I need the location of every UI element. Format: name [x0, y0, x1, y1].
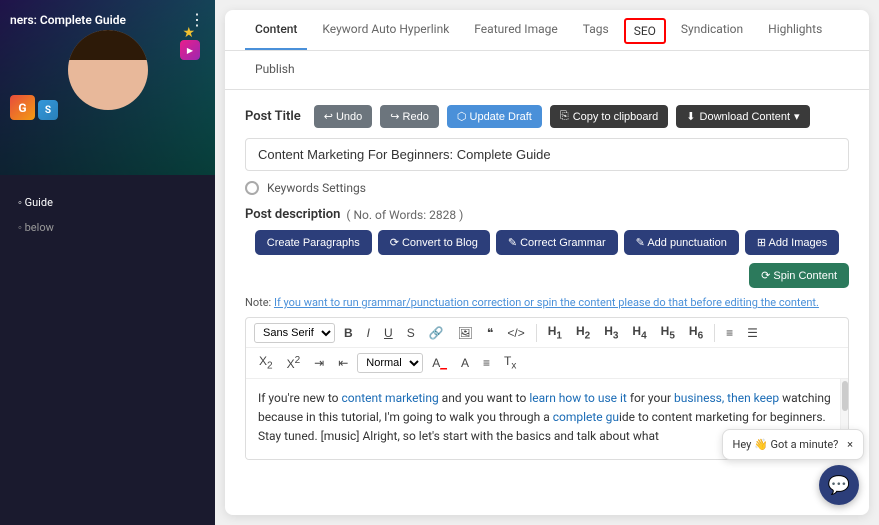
- keywords-settings-row: Keywords Settings: [245, 181, 849, 195]
- tab-tags[interactable]: Tags: [573, 10, 619, 50]
- sidebar-item-below[interactable]: ◦ below: [10, 215, 205, 240]
- chat-tooltip: Hey 👋 Got a minute? ×: [722, 429, 864, 460]
- chat-icon: 💬: [828, 475, 850, 496]
- sidebar-item-guide[interactable]: ◦ Guide: [10, 190, 205, 215]
- h5-button[interactable]: H5: [656, 322, 680, 343]
- post-title-label: Post Title: [245, 109, 301, 124]
- download-content-label: Download Content: [700, 111, 791, 123]
- unordered-list-button[interactable]: ☰: [742, 324, 763, 342]
- create-paragraphs-button[interactable]: Create Paragraphs: [255, 230, 372, 255]
- h2-button[interactable]: H2: [571, 322, 595, 343]
- actions-row: Create Paragraphs ⟳ Convert to Blog ✎ Co…: [245, 230, 849, 255]
- font-color-button[interactable]: A_: [427, 354, 452, 372]
- copy-clipboard-label: Copy to clipboard: [573, 111, 659, 123]
- highlight-button[interactable]: A: [456, 354, 474, 372]
- add-punctuation-button[interactable]: ✎ Add punctuation: [624, 230, 739, 255]
- correct-grammar-button[interactable]: ✎ Correct Grammar: [496, 230, 618, 255]
- word-count: ( No. of Words: 2828 ): [346, 208, 463, 222]
- code-button[interactable]: </>: [502, 324, 529, 342]
- deco-s-icon: S: [38, 100, 58, 120]
- convert-to-blog-button[interactable]: ⟳ Convert to Blog: [378, 230, 490, 255]
- tabs-row: Content Keyword Auto Hyperlink Featured …: [225, 10, 869, 51]
- scroll-thumb: [842, 381, 848, 411]
- keywords-toggle[interactable]: [245, 181, 259, 195]
- dropdown-arrow-icon: ▾: [794, 110, 800, 123]
- underline-button[interactable]: U: [379, 324, 398, 342]
- deco-star-icon: ★: [182, 25, 195, 41]
- quote-button[interactable]: ❝: [482, 324, 498, 342]
- undo-button[interactable]: ↩ Undo: [314, 105, 373, 128]
- copy-clipboard-button[interactable]: ⎘ Copy to clipboard: [550, 105, 668, 128]
- outdent-button[interactable]: ⇤: [333, 354, 353, 372]
- copy-icon: ⎘: [560, 110, 569, 123]
- sub-tabs-row: Publish: [225, 51, 869, 90]
- clear-format-button[interactable]: Tx: [499, 352, 521, 373]
- keywords-settings-label: Keywords Settings: [267, 181, 366, 195]
- h6-button[interactable]: H6: [684, 322, 708, 343]
- chat-bubble-button[interactable]: 💬: [819, 465, 859, 505]
- bold-button[interactable]: B: [339, 324, 358, 342]
- image-button[interactable]: 🖼: [453, 324, 478, 342]
- editor-toolbar-row1: Sans Serif B I U S 🔗 🖼 ❝ </> H1 H2 H3 H4…: [246, 318, 848, 348]
- download-content-button[interactable]: ⬇ Download Content ▾: [676, 105, 809, 128]
- h1-button[interactable]: H1: [543, 322, 567, 343]
- sidebar-thumbnail: ners: Complete Guide ⋮ G S ★ ▶: [0, 0, 215, 175]
- note-row: Note: If you want to run grammar/punctua…: [245, 296, 849, 309]
- link-button[interactable]: 🔗: [424, 324, 449, 342]
- tab-keyword-auto-hyperlink[interactable]: Keyword Auto Hyperlink: [312, 10, 459, 50]
- sidebar-nav: ◦ Guide ◦ below: [0, 175, 215, 255]
- tab-syndication[interactable]: Syndication: [671, 10, 753, 50]
- format-select[interactable]: Normal: [357, 353, 423, 373]
- add-images-button[interactable]: ⊞ Add Images: [745, 230, 839, 255]
- download-icon: ⬇: [686, 110, 695, 123]
- sidebar: ners: Complete Guide ⋮ G S ★ ▶ ◦ Guide ◦…: [0, 0, 215, 525]
- font-select[interactable]: Sans Serif: [254, 323, 335, 343]
- redo-button[interactable]: ↪ Redo: [380, 105, 439, 128]
- person-image: G S ★ ▶: [0, 0, 215, 140]
- spin-row: ⟳ Spin Content: [245, 263, 849, 288]
- chat-close-icon[interactable]: ×: [847, 438, 853, 451]
- subscript-button[interactable]: X2: [254, 352, 278, 373]
- deco-play-icon: ▶: [180, 40, 200, 60]
- h3-button[interactable]: H3: [599, 322, 623, 343]
- ordered-list-button[interactable]: ≡: [721, 324, 738, 342]
- post-title-row: Post Title ↩ Undo ↪ Redo ⬡ Update Draft …: [245, 105, 849, 128]
- deco-g-icon: G: [10, 95, 35, 120]
- align-center-button[interactable]: ≡: [478, 354, 495, 372]
- sub-tab-publish[interactable]: Publish: [245, 56, 305, 84]
- toolbar-separator-1: [536, 324, 537, 342]
- tab-content[interactable]: Content: [245, 10, 307, 50]
- post-description-label: Post description: [245, 207, 340, 222]
- update-draft-button[interactable]: ⬡ Update Draft: [447, 105, 542, 128]
- h4-button[interactable]: H4: [627, 322, 651, 343]
- post-description-row: Post description ( No. of Words: 2828 ): [245, 207, 849, 222]
- spin-content-button[interactable]: ⟳ Spin Content: [749, 263, 849, 288]
- strikethrough-button[interactable]: S: [402, 324, 420, 342]
- note-prefix: Note:: [245, 296, 274, 309]
- tab-seo[interactable]: SEO: [624, 18, 666, 44]
- toolbar-separator-2: [714, 324, 715, 342]
- italic-button[interactable]: I: [362, 324, 375, 342]
- note-link[interactable]: If you want to run grammar/punctuation c…: [274, 296, 819, 309]
- post-title-input[interactable]: [245, 138, 849, 171]
- indent-button[interactable]: ⇥: [309, 354, 329, 372]
- tab-featured-image[interactable]: Featured Image: [464, 10, 567, 50]
- chat-tooltip-text: Hey 👋 Got a minute?: [733, 438, 839, 451]
- tab-highlights[interactable]: Highlights: [758, 10, 832, 50]
- editor-toolbar-row2: X2 X2 ⇥ ⇤ Normal A_ A ≡ Tx: [246, 348, 848, 378]
- superscript-button[interactable]: X2: [282, 353, 306, 373]
